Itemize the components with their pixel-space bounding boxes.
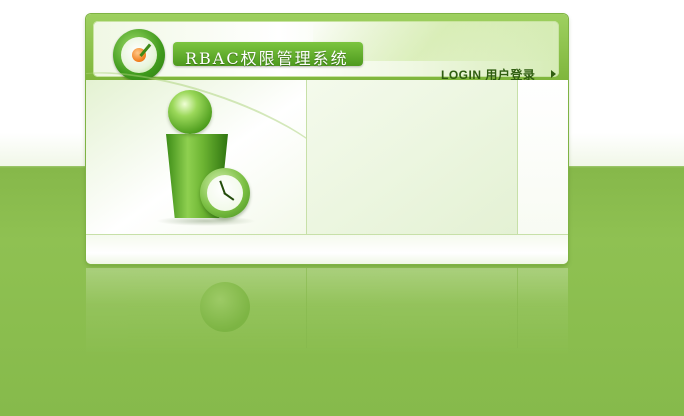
clock-icon [200, 168, 250, 218]
login-card: RBAC权限管理系统 LOGIN 用户登录 [86, 14, 568, 264]
reflection-divider [517, 268, 518, 348]
reflection-divider [306, 268, 307, 348]
card-body [86, 45, 568, 234]
login-form-panel [306, 80, 518, 234]
side-panel [518, 80, 568, 234]
play-arrow-icon[interactable] [551, 70, 556, 78]
card-header: RBAC权限管理系统 LOGIN 用户登录 [86, 14, 568, 82]
app-title: RBAC权限管理系统 [185, 49, 349, 68]
clock-minute-hand [223, 192, 235, 201]
app-title-badge: RBAC权限管理系统 [173, 42, 363, 68]
header-banner: RBAC权限管理系统 LOGIN 用户登录 [93, 21, 559, 82]
user-figure-head [168, 90, 212, 134]
card-footer [86, 234, 568, 264]
reflection-clock-icon [200, 282, 250, 332]
logo-ring [121, 37, 157, 73]
card-reflection [86, 268, 568, 358]
clock-face [207, 175, 243, 211]
illustration-panel [86, 45, 353, 234]
